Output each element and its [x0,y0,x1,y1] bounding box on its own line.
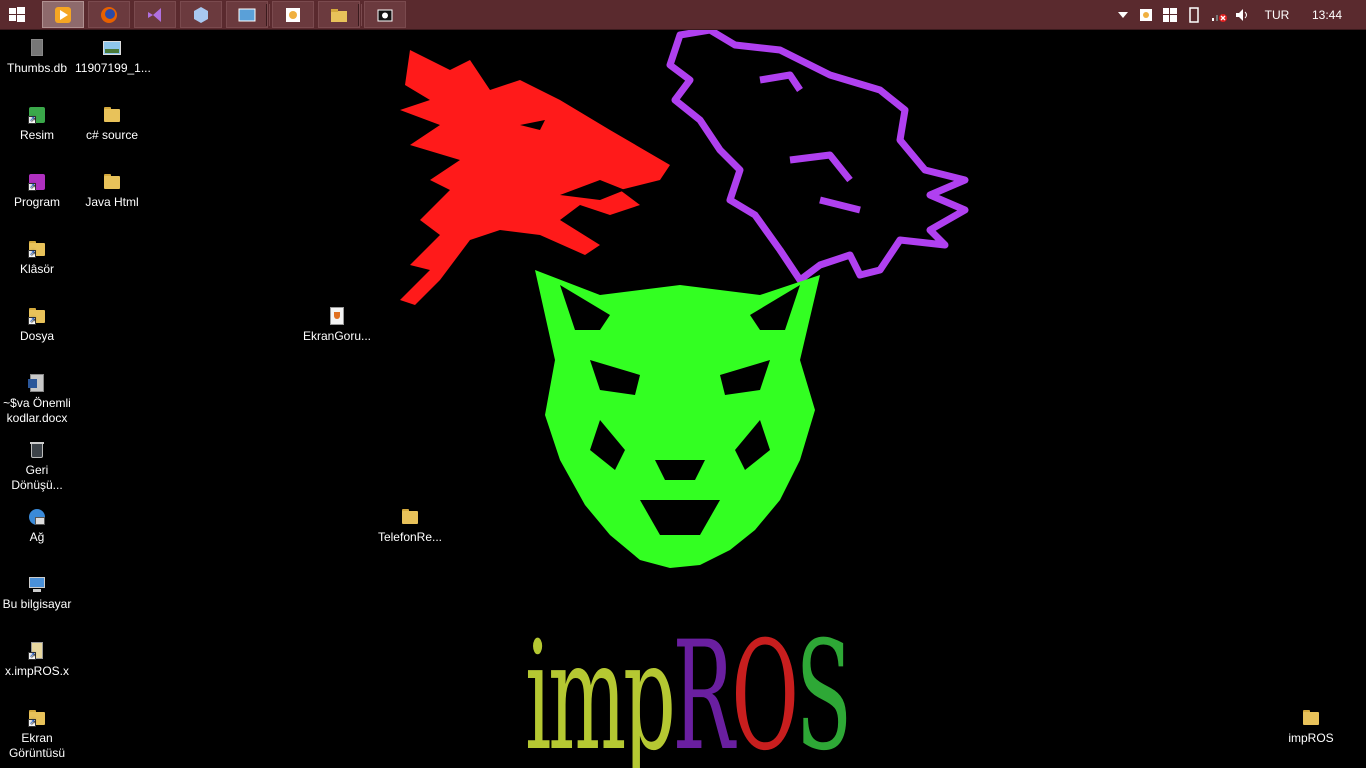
network-icon [27,507,47,527]
taskbar-media-player[interactable] [42,1,84,28]
desktop-icon-dosya[interactable]: ↗ Dosya [0,306,74,344]
taskbar-remote-desktop[interactable] [226,1,268,28]
recycle-bin-icon [27,440,47,460]
desktop-icon-network[interactable]: Ağ [0,507,74,545]
java-file-icon [327,306,347,326]
file-shortcut-icon: ↗ [27,641,47,661]
desktop-icon-recycle-bin[interactable]: Geri Dönüşü... [0,440,74,493]
desktop-icon-resim[interactable]: ↗ Resim [0,105,74,143]
taskbar-visual-studio[interactable] [134,1,176,28]
desktop-icon-csharp-source[interactable]: c# source [75,105,149,143]
taskbar-separator [266,4,270,26]
image-file-icon [102,38,122,58]
network-disconnected-icon [1212,14,1227,22]
chevron-down-icon [1118,12,1128,18]
desktop-icon-thumbs-db[interactable]: Thumbs.db [0,38,74,76]
windows-tray-icon [1163,8,1177,22]
firefox-icon [101,6,117,23]
desktop-icon-label: Java Html [85,195,139,209]
desktop-icon-label: Bu bilgisayar [2,597,72,611]
tray-app-icon[interactable] [1138,5,1154,25]
desktop-icon-java-html[interactable]: Java Html [75,172,149,210]
desktop-icon-label: Ağ [29,530,45,544]
desktop-icon-label: x.impROS.x [4,664,69,678]
desktop-icon-label: Program [13,195,60,209]
start-button[interactable] [8,6,26,24]
logo-part-imp: imp [525,610,676,768]
computer-icon [27,574,47,594]
desktop-icon-program[interactable]: ↗ Program [0,172,74,210]
logo-part-s: S [795,610,853,768]
camera-icon [377,9,393,21]
desktop-icon-label: Dosya [19,329,54,343]
network-tray-button[interactable] [1210,5,1228,25]
remote-desktop-icon [238,8,256,21]
taskbar-firefox[interactable] [88,1,130,28]
word-document-icon [27,373,47,393]
device-tray-button[interactable] [1186,5,1202,25]
file-explorer-icon [331,8,347,22]
taskbar-file-explorer[interactable] [318,1,360,28]
logo-part-r: R [672,610,735,768]
desktop-icon-this-pc[interactable]: Bu bilgisayar [0,574,74,612]
taskbar-paint[interactable] [272,1,314,28]
folder-icon [400,507,420,527]
language-indicator[interactable]: TUR [1262,5,1292,25]
folder-icon [1301,708,1321,728]
windows-logo-icon [9,7,25,22]
paint-tray-icon [1140,9,1152,21]
desktop[interactable]: impROS TUR 13:44 Thumbs.db 11907199_1...… [0,0,1366,768]
taskbar: TUR 13:44 [0,0,1366,30]
folder-icon [102,172,122,192]
taskbar-virtualbox[interactable] [180,1,222,28]
impros-logo-text: impROS [525,602,853,768]
desktop-icon-telefonre[interactable]: TelefonRe... [373,507,447,545]
action-center-button[interactable] [1162,5,1178,25]
desktop-icon-label: Klâsör [19,262,54,276]
desktop-icon-label: ~$va Önemli kodlar.docx [3,396,71,425]
desktop-icon-label: 11907199_1... [75,61,151,75]
purple-wolf-head [666,26,969,284]
desktop-icon-onemli-kodlar[interactable]: ~$va Önemli kodlar.docx [0,373,74,426]
desktop-icon-label: Resim [19,128,54,142]
thumbs-db-icon [27,38,47,58]
desktop-icon-label: impROS [1288,731,1334,745]
program-shortcut-icon: ↗ [27,172,47,192]
wallpaper: impROS [0,26,1366,768]
folder-shortcut-icon: ↗ [27,239,47,259]
virtualbox-icon [194,6,208,23]
desktop-icon-ekrangoru[interactable]: EkranGoru... [300,306,374,344]
green-wolf-head [535,270,820,568]
desktop-icon-impros[interactable]: impROS [1274,708,1348,746]
desktop-icon-klasor[interactable]: ↗ Klâsör [0,239,74,277]
media-player-icon [55,6,71,23]
paint-icon [286,7,300,22]
volume-button[interactable] [1234,5,1252,25]
red-wolf-head [400,50,670,305]
desktop-icon-label: Geri Dönüşü... [11,463,63,492]
folder-icon [102,105,122,125]
desktop-icon-label: Thumbs.db [6,61,68,75]
desktop-icon-label: c# source [85,128,139,142]
desktop-icon-label: TelefonRe... [377,530,443,544]
taskbar-separator [358,4,362,26]
visual-studio-icon [148,7,161,22]
resim-shortcut-icon: ↗ [27,105,47,125]
taskbar-camera-app[interactable] [364,1,406,28]
desktop-icon-label: Ekran Görüntüsü [8,731,66,760]
speaker-icon [1236,9,1247,21]
phone-device-icon [1189,7,1199,23]
folder-shortcut-icon: ↗ [27,306,47,326]
logo-part-o: O [731,610,799,768]
desktop-icon-ximpros[interactable]: ↗ x.impROS.x [0,641,74,679]
clock[interactable]: 13:44 [1310,5,1344,25]
show-hidden-icons-button[interactable] [1116,5,1130,25]
folder-shortcut-icon: ↗ [27,708,47,728]
desktop-icon-ekran-goruntusu[interactable]: ↗ Ekran Görüntüsü [0,708,74,761]
desktop-icon-image-file[interactable]: 11907199_1... [75,38,151,76]
desktop-icon-label: EkranGoru... [302,329,372,343]
